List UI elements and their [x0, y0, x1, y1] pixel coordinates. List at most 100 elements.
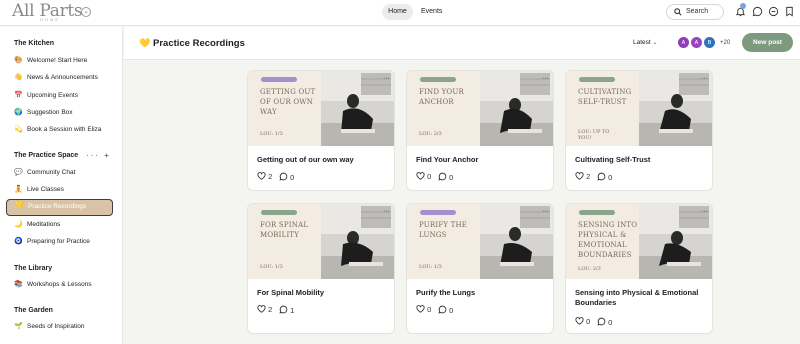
post-card[interactable]: For Spinal Mobility LOU: 1/3 ··· For Spi… — [247, 203, 395, 334]
nav-events[interactable]: Events — [421, 4, 442, 20]
sidebar-item-practice-recordings[interactable]: 💛 Practice Recordings — [6, 199, 113, 216]
speech-bubble-icon: 💬 — [14, 169, 23, 176]
yoga-photo — [639, 204, 712, 279]
comment-icon — [438, 172, 447, 181]
comment-count: 0 — [608, 318, 613, 327]
post-thumbnail[interactable]: For Spinal Mobility LOU: 1/3 ··· — [248, 204, 394, 279]
palette-icon: 🎨 — [14, 57, 23, 64]
nav-home[interactable]: Home — [382, 4, 413, 20]
post-card[interactable]: Getting out of our own way LOU: 1/3 ··· … — [247, 70, 395, 191]
avatar[interactable]: A — [677, 36, 690, 49]
more-options-icon[interactable]: ··· — [383, 75, 390, 82]
sidebar-item-label: Workshops & Lessons — [27, 281, 92, 288]
heart-icon — [416, 172, 425, 180]
sidebar-item-news[interactable]: 👋 News & Announcements — [6, 70, 113, 86]
like-button[interactable]: 2 — [575, 172, 590, 181]
like-button[interactable]: 0 — [416, 172, 431, 181]
more-options-icon[interactable]: ··· — [383, 208, 390, 215]
sidebar-item-seeds[interactable]: 🌱 Seeds of Inspiration — [6, 319, 113, 335]
site-logo-subtitle: HOME — [40, 17, 60, 22]
comment-icon — [279, 172, 288, 181]
post-card[interactable]: Find your anchor LOU: 2/3 ··· Find Your … — [406, 70, 554, 191]
search-label: Search — [686, 8, 709, 15]
sidebar-item-welcome[interactable]: 🎨 Welcome! Start Here — [6, 53, 113, 69]
books-icon: 📚 — [14, 281, 23, 288]
wave-icon: 👋 — [14, 74, 23, 81]
comment-button[interactable]: 0 — [438, 172, 453, 182]
post-title[interactable]: Purify the Lungs — [416, 288, 546, 298]
category-tag — [420, 77, 456, 82]
yoga-photo — [480, 71, 553, 146]
post-title[interactable]: Cultivating Self-Trust — [575, 155, 705, 165]
sidebar-item-label: Community Chat — [27, 169, 76, 176]
thumbnail-level: LOU: 2/3 — [419, 131, 442, 137]
post-title[interactable]: For Spinal Mobility — [257, 288, 387, 298]
category-tag — [261, 77, 297, 82]
post-thumbnail[interactable]: Purify the Lungs LOU: 1/3 ··· — [407, 204, 553, 279]
section-actions[interactable]: ··· + — [86, 151, 111, 160]
comment-icon — [597, 172, 606, 181]
thumbnail-level: LOU: 1/3 — [419, 264, 442, 270]
sidebar-item-label: News & Announcements — [27, 74, 98, 81]
post-title[interactable]: Find Your Anchor — [416, 155, 546, 165]
post-thumbnail[interactable]: Getting out of our own way LOU: 1/3 ··· — [248, 71, 394, 146]
heart-icon — [416, 305, 425, 313]
sidebar-section-title: The Practice Space — [14, 152, 79, 159]
comment-button[interactable]: 1 — [279, 305, 294, 315]
comment-count: 0 — [449, 173, 454, 182]
member-count[interactable]: +20 — [720, 40, 730, 46]
sidebar-item-meditations[interactable]: 🌙 Meditations — [6, 217, 113, 233]
sort-dropdown[interactable]: Latest ⌄ — [633, 39, 658, 46]
comment-button[interactable]: 0 — [438, 305, 453, 315]
avatar[interactable]: A — [690, 36, 703, 49]
chevron-down-icon[interactable]: ⌄ — [81, 7, 91, 17]
comment-button[interactable]: 0 — [597, 172, 612, 182]
more-options-icon[interactable]: ··· — [701, 208, 708, 215]
sidebar-item-label: Meditations — [27, 221, 61, 228]
sidebar-item-label: Upcoming Events — [27, 92, 78, 99]
comment-button[interactable]: 0 — [279, 172, 294, 182]
thumbnail-title: Sensing into Physical & Emotional Bounda… — [578, 221, 638, 259]
comment-icon — [438, 305, 447, 314]
page-title: Practice Recordings — [153, 38, 245, 49]
like-button[interactable]: 0 — [416, 305, 431, 314]
sort-label: Latest — [633, 39, 651, 46]
sidebar-item-suggestion-box[interactable]: 🌍 Suggestion Box — [6, 105, 113, 121]
heart-icon: 💛 — [15, 202, 24, 209]
post-title[interactable]: Getting out of our own way — [257, 155, 387, 165]
sidebar-item-community-chat[interactable]: 💬 Community Chat — [6, 165, 113, 181]
sidebar-item-book-session[interactable]: 💫 Book a Session with Eliza — [6, 122, 113, 138]
thumbnail-title: Getting out of our own way — [260, 88, 316, 116]
like-button[interactable]: 2 — [257, 305, 272, 314]
post-thumbnail[interactable]: Sensing into Physical & Emotional Bounda… — [566, 204, 712, 279]
post-title[interactable]: Sensing into Physical & Emotional Bounda… — [575, 288, 705, 308]
chat-icon[interactable] — [752, 6, 763, 17]
avatar[interactable]: B — [703, 36, 716, 49]
more-options-icon[interactable]: ··· — [542, 208, 549, 215]
post-card[interactable]: Cultivating Self-Trust LOU: UP TO YOU! ·… — [565, 70, 713, 191]
thumbnail-title: Cultivating Self-Trust — [578, 88, 632, 106]
messages-icon[interactable] — [768, 6, 779, 17]
sidebar-item-upcoming-events[interactable]: 📅 Upcoming Events — [6, 88, 113, 104]
heart-icon — [257, 305, 266, 313]
more-options-icon[interactable]: ··· — [701, 75, 708, 82]
sidebar-item-live-classes[interactable]: 🧘 Live Classes — [6, 182, 113, 198]
post-card[interactable]: Purify the Lungs LOU: 1/3 ··· Purify the… — [406, 203, 554, 334]
sidebar-item-workshops[interactable]: 📚 Workshops & Lessons — [6, 277, 113, 293]
search-button[interactable]: Search — [666, 4, 724, 20]
post-thumbnail[interactable]: Find your anchor LOU: 2/3 ··· — [407, 71, 553, 146]
bookmark-icon[interactable] — [784, 6, 795, 17]
comment-button[interactable]: 0 — [597, 317, 612, 327]
new-post-button[interactable]: New post — [742, 33, 793, 52]
post-thumbnail[interactable]: Cultivating Self-Trust LOU: UP TO YOU! ·… — [566, 71, 712, 146]
category-tag — [261, 210, 297, 215]
sidebar-section-title: The Library — [14, 265, 53, 272]
like-button[interactable]: 0 — [575, 317, 590, 326]
sidebar-item-preparing[interactable]: 🧿 Preparing for Practice — [6, 234, 113, 250]
thumbnail-title: For Spinal Mobility — [260, 221, 309, 239]
globe-icon: 🌍 — [14, 109, 23, 116]
post-card[interactable]: Sensing into Physical & Emotional Bounda… — [565, 203, 713, 334]
like-button[interactable]: 2 — [257, 172, 272, 181]
like-count: 2 — [268, 172, 273, 181]
more-options-icon[interactable]: ··· — [542, 75, 549, 82]
